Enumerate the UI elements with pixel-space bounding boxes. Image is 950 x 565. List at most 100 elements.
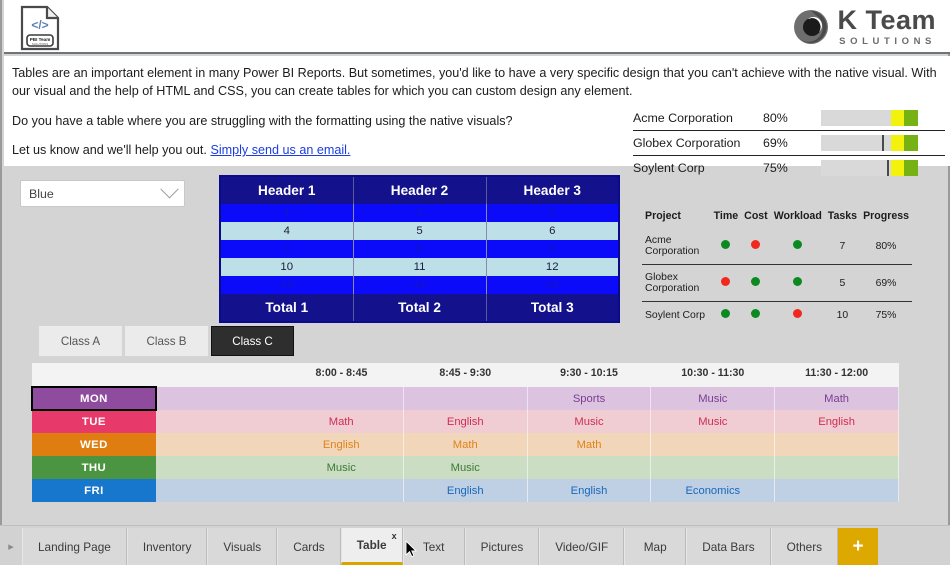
page-tab-landing-page[interactable]: Landing Page [22, 528, 127, 565]
page-tab-label: Video/GIF [555, 539, 609, 554]
blue-table-total-row: Total 1 Total 2 Total 3 [220, 294, 619, 322]
schedule-slot-cell[interactable]: Sports [527, 387, 652, 410]
page-tab-visuals[interactable]: Visuals [207, 528, 278, 565]
schedule-slot-cell[interactable]: Math [527, 433, 652, 456]
blue-table-total-cell: Total 2 [353, 294, 487, 322]
schedule-day-label-thu[interactable]: THU [32, 456, 156, 479]
schedule-slot-cell[interactable]: Economics [650, 479, 776, 502]
theme-select-value: Blue [29, 186, 54, 201]
page-tab-table[interactable]: Table x [340, 528, 403, 565]
blue-table-row: 13 14 15 [220, 276, 619, 294]
class-tab-label: Class A [60, 334, 101, 348]
project-name-cell: Acme Corporation [642, 228, 711, 265]
project-header-cell: Tasks [827, 210, 858, 222]
bullet-progress-table: Acme Corporation 80% Globex Corporation 69%… [633, 106, 945, 180]
send-email-link[interactable]: Simply send us an email. [210, 143, 350, 157]
page-tab-data-bars[interactable]: Data Bars [686, 528, 771, 565]
page-tab-inventory[interactable]: Inventory [126, 528, 208, 565]
bullet-row: Globex Corporation 69% [633, 130, 945, 156]
schedule-gap-cell [155, 479, 280, 502]
tab-scroll-right-icon[interactable]: ▸ [0, 528, 22, 565]
class-schedule-body: MON Sports Music Math TUE Math English Music Mus… [31, 386, 899, 502]
application-window: </> PBI Team SOLUTIONS K Team SOLUTIONS … [0, 0, 950, 565]
schedule-slot-cell[interactable]: Music [650, 410, 776, 433]
blue-data-table-head: Header 1 Header 2 Header 3 [220, 176, 619, 204]
bullet-bar [821, 160, 918, 176]
schedule-slot-cell[interactable] [650, 433, 776, 456]
schedule-day-label-fri[interactable]: FRI [32, 479, 156, 502]
schedule-slot-cell[interactable] [403, 387, 528, 410]
blue-table-cell: 5 [353, 222, 487, 240]
schedule-slot-cell[interactable] [527, 456, 652, 479]
blue-table-cell: 13 [220, 276, 354, 294]
schedule-slot-cell[interactable]: English [774, 410, 899, 433]
class-tab-class-a[interactable]: Class A [39, 326, 122, 356]
schedule-day-row: THU Music Music [32, 456, 899, 479]
status-dot-cost [751, 309, 761, 318]
schedule-slot-cell[interactable]: Music [650, 387, 776, 410]
page-tab-label: Others [786, 539, 823, 554]
schedule-corner-cell [32, 363, 156, 387]
project-tasks-cell: 5 [824, 264, 861, 302]
project-header-cell: Progress [863, 210, 909, 222]
project-workload-cell [771, 302, 825, 329]
theme-select-dropdown[interactable]: Blue [20, 180, 185, 207]
page-tab-cards[interactable]: Cards [277, 528, 341, 565]
schedule-slot-cell[interactable]: Music [403, 456, 528, 479]
schedule-slot-cell[interactable] [279, 479, 404, 502]
blue-table-header-cell: Header 2 [353, 176, 487, 204]
page-tab-pictures[interactable]: Pictures [464, 528, 540, 565]
tab-bar-filler [878, 528, 950, 565]
blue-table-cell: 6 [486, 222, 619, 240]
project-progress-cell: 80% [860, 228, 912, 265]
project-row: Globex Corporation 5 69% [642, 264, 912, 302]
schedule-slot-cell[interactable]: English [403, 410, 528, 433]
schedule-slot-cell[interactable] [279, 387, 404, 410]
project-time-cell [710, 264, 742, 302]
page-tab-label: Data Bars [702, 539, 755, 554]
bullet-row-bar-cell [821, 106, 945, 131]
bullet-row-name: Globex Corporation [633, 130, 763, 156]
schedule-slot-cell[interactable]: English [527, 479, 652, 502]
schedule-gap-cell [155, 410, 280, 433]
schedule-gap-cell [155, 387, 280, 410]
bullet-segment-green [904, 160, 918, 176]
schedule-slot-cell[interactable] [774, 479, 899, 502]
class-tab-class-c[interactable]: Class C [211, 326, 294, 356]
page-tab-video-gif[interactable]: Video/GIF [539, 528, 625, 565]
schedule-slot-cell[interactable]: Music [279, 456, 404, 479]
schedule-slot-cell[interactable] [774, 456, 899, 479]
class-tab-label: Class C [232, 334, 273, 348]
class-tab-label: Class B [146, 334, 187, 348]
status-dot-workload [793, 240, 803, 249]
report-header: </> PBI Team SOLUTIONS K Team SOLUTIONS [4, 0, 950, 54]
schedule-slot-cell[interactable]: English [279, 433, 404, 456]
add-page-button[interactable]: + [838, 528, 879, 565]
schedule-day-label-mon[interactable]: MON [31, 386, 157, 411]
schedule-slot-cell[interactable]: Math [774, 387, 899, 410]
class-tab-class-b[interactable]: Class B [125, 326, 208, 356]
close-icon[interactable]: x [392, 531, 397, 541]
schedule-slot-cell[interactable]: Music [527, 410, 652, 433]
blue-table-header-cell: Header 1 [220, 176, 354, 204]
svg-text:</>: </> [31, 18, 48, 32]
schedule-day-label-tue[interactable]: TUE [32, 410, 156, 433]
schedule-day-label-wed[interactable]: WED [32, 433, 156, 456]
schedule-slot-cell[interactable] [650, 456, 776, 479]
blue-table-row: 10 11 12 [220, 258, 619, 276]
bullet-row: Acme Corporation 80% [633, 106, 945, 131]
project-time-cell [710, 228, 742, 265]
schedule-slot-cell[interactable]: Math [403, 433, 528, 456]
page-tab-others[interactable]: Others [770, 528, 839, 565]
schedule-slot-cell[interactable]: Math [279, 410, 404, 433]
schedule-slot-cell[interactable] [774, 433, 899, 456]
bullet-segment-yellow [890, 135, 905, 151]
bullet-segment-yellow [890, 110, 905, 126]
schedule-slot-cell[interactable]: English [403, 479, 528, 502]
blue-data-table: Header 1 Header 2 Header 3 1 2 3 4 5 6 7 8 9 10 11 12… [219, 175, 620, 323]
blue-table-cell: 14 [353, 276, 487, 294]
schedule-day-row: MON Sports Music Math [31, 386, 899, 411]
class-schedule-table: 8:00 - 8:45 8:45 - 9:30 9:30 - 10:15 10:30 … [31, 363, 899, 502]
page-tab-map[interactable]: Map [624, 528, 687, 565]
blue-table-header-row: Header 1 Header 2 Header 3 [220, 176, 619, 204]
